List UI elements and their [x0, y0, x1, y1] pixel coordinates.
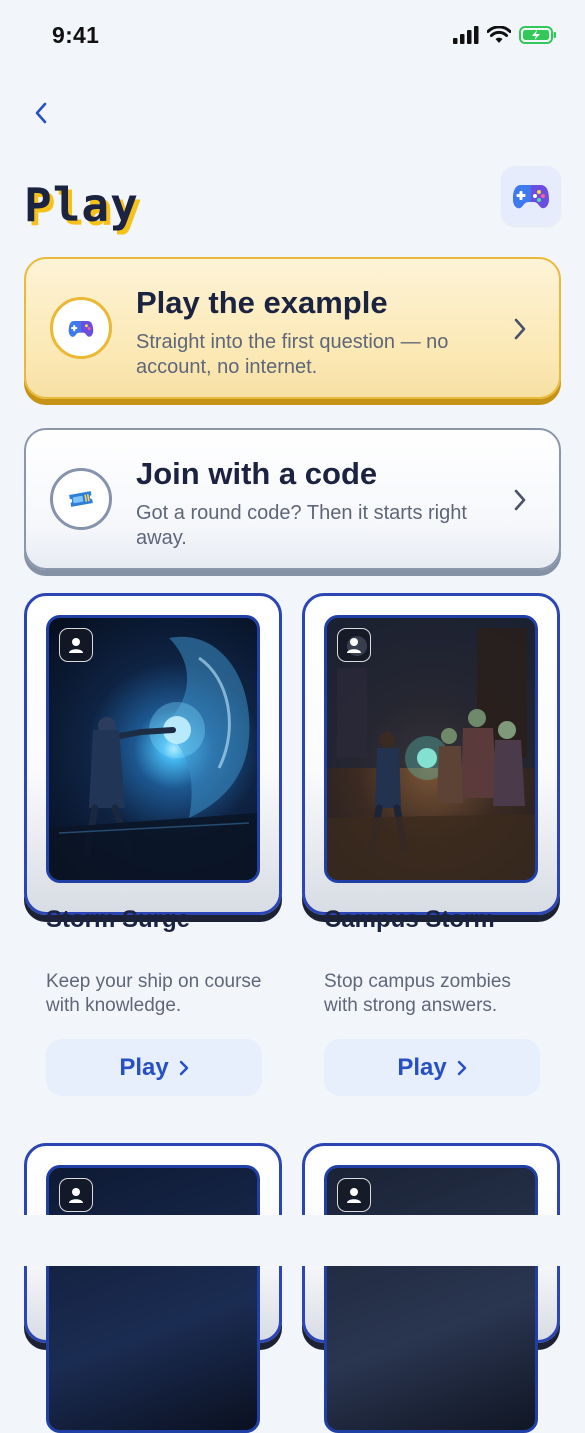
gamepad-button[interactable]	[501, 166, 561, 226]
chevron-right-icon	[514, 489, 526, 511]
game-title: Storm Surge	[46, 906, 191, 933]
game-card-storm-surge[interactable]: Storm Surge Keep your ship on course wit…	[24, 593, 282, 1096]
game-title: Campus Storm	[324, 906, 495, 933]
play-example-icon-ring	[50, 297, 112, 359]
user-icon	[59, 628, 93, 662]
join-code-subtitle: Got a round code? Then it starts right a…	[136, 502, 467, 549]
game-description: Stop campus zombies with strong answers.	[324, 971, 511, 1016]
gamepad-icon	[68, 320, 94, 337]
chevron-right-icon	[179, 1060, 188, 1075]
play-example-card[interactable]: Play the example Straight into the first…	[24, 257, 561, 399]
join-code-card[interactable]: Join with a code Got a round code? Then …	[24, 428, 561, 570]
gamepad-icon	[513, 185, 549, 209]
back-button[interactable]	[24, 96, 58, 130]
game-cover-image	[324, 1165, 538, 1433]
user-icon	[337, 628, 371, 662]
play-label: Play	[397, 1053, 447, 1081]
play-button-campus-storm[interactable]: Play	[324, 1039, 540, 1096]
play-label: Play	[119, 1053, 169, 1081]
chevron-right-icon	[457, 1060, 466, 1075]
game-cover-image	[46, 1165, 260, 1433]
join-code-title: Join with a code	[136, 456, 378, 491]
ticket-icon	[69, 491, 93, 507]
status-icons	[453, 26, 557, 44]
game-cover-image	[46, 615, 260, 883]
status-time: 9:41	[52, 22, 100, 48]
game-description: Keep your ship on course with knowledge.	[46, 971, 262, 1016]
status-bar: 9:41	[0, 0, 585, 70]
user-icon	[59, 1178, 93, 1212]
chevron-left-icon	[35, 102, 47, 124]
page-title: Play	[24, 178, 139, 232]
play-example-title: Play the example	[136, 285, 388, 320]
wifi-icon	[487, 26, 511, 43]
game-cover-image	[324, 615, 538, 883]
battery-icon	[519, 26, 556, 44]
join-code-icon-ring	[50, 468, 112, 530]
game-card-campus-storm[interactable]: Campus Storm Stop campus zombies with st…	[302, 593, 560, 1096]
play-button-storm-surge[interactable]: Play	[46, 1039, 262, 1096]
user-icon	[337, 1178, 371, 1212]
chevron-right-icon	[514, 318, 526, 340]
signal-icon	[453, 26, 479, 44]
play-example-subtitle: Straight into the first question — no ac…	[136, 331, 449, 378]
bottom-mask	[0, 1215, 585, 1266]
